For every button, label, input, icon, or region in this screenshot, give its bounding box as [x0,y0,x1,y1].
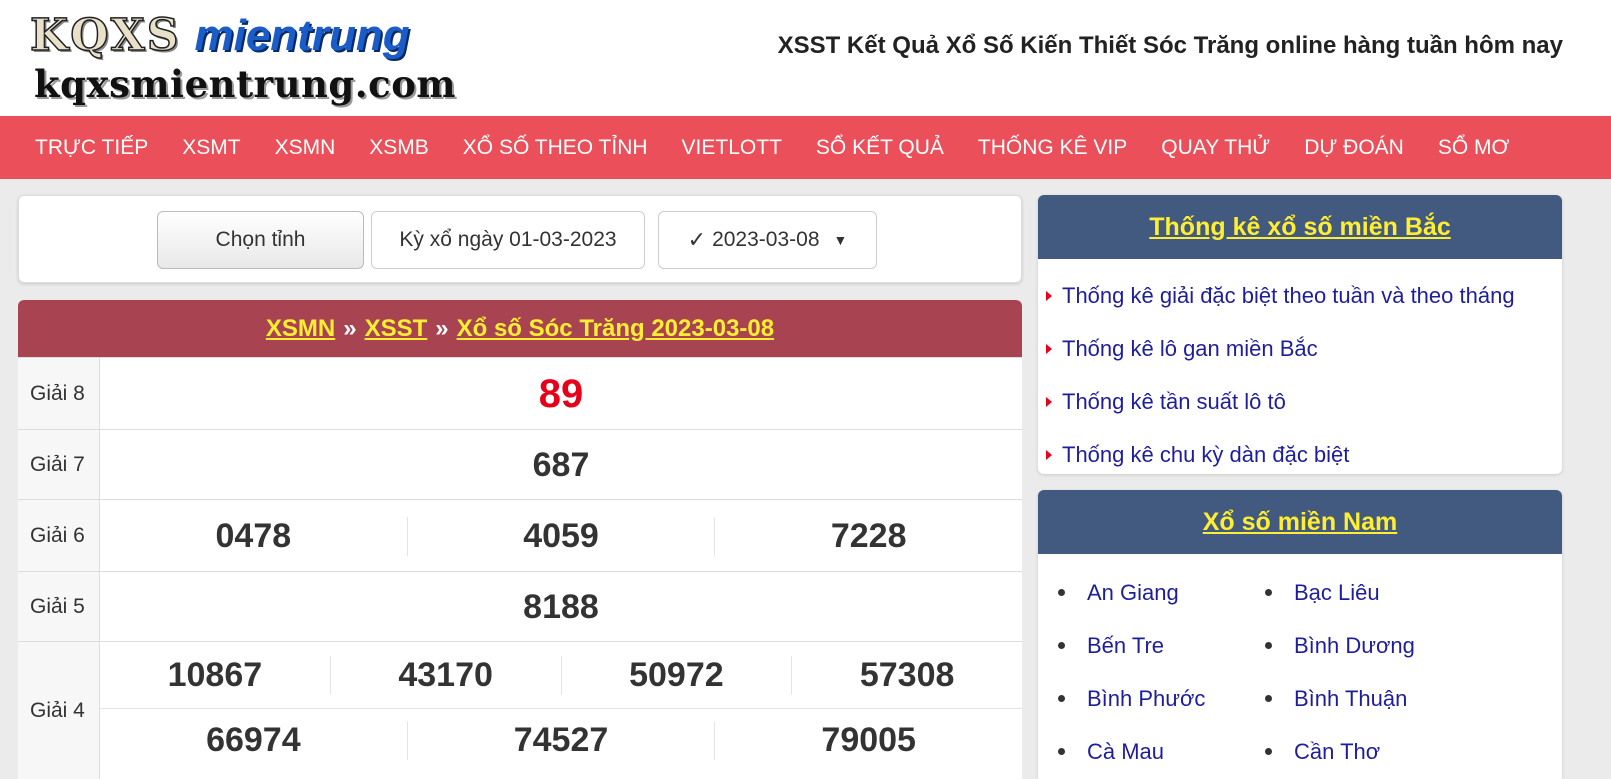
province-label: Cần Thơ [1294,738,1381,764]
nav-item-xsmn[interactable]: XSMN [258,116,353,179]
bullet-icon [1265,642,1272,649]
nav-item-xo-so-theo-tinh[interactable]: XỔ SỐ THEO TỈNH [446,116,665,179]
prize-number: 79005 [714,721,1022,760]
prize-row-giai-8: Giải 8 89 [18,357,1022,429]
province-label: An Giang [1087,579,1179,605]
province-link[interactable]: Bình Thuận [1265,672,1525,725]
page-title: XSST Kết Quả Xổ Số Kiến Thiết Sóc Trăng … [777,32,1563,59]
prize-number: 10867 [167,655,263,694]
nav-item-truc-tiep[interactable]: TRỰC TIẾP [18,116,165,179]
results-table: XSMN » XSST » Xổ số Sóc Trăng 2023-03-08… [18,300,1022,779]
bullet-icon [1265,589,1272,596]
compare-date-select[interactable]: ✓ 2023-03-08 ▼ [658,211,877,269]
prize-number: 50972 [560,655,792,695]
breadcrumb-xsmn-link[interactable]: XSMN [266,315,335,343]
prize-number: 74527 [406,721,715,760]
red-triangle-icon [1046,396,1052,407]
caret-down-icon: ▼ [833,232,848,248]
province-label: Bình Dương [1294,632,1415,658]
logo-domain-text: kqxsmientrung.com [34,62,457,106]
nav-item-xsmt[interactable]: XSMT [165,116,257,179]
prize-number: 4059 [406,516,715,556]
breadcrumb-current-link[interactable]: Xổ số Sóc Trăng 2023-03-08 [457,315,774,343]
north-stats-title-link[interactable]: Thống kê xổ số miền Bắc [1149,213,1450,242]
province-select-button[interactable]: Chọn tỉnh [157,211,364,269]
logo-mientrung-text: mientrung [194,11,410,60]
breadcrumb-separator: » [435,314,449,342]
province-link[interactable]: Bến Tre [1058,619,1265,672]
stat-link-special-weekly[interactable]: Thống kê giải đặc biệt theo tuần và theo… [1038,269,1562,322]
prize-label: Giải 4 [18,642,100,779]
prize-number: 57308 [791,655,1022,695]
bullet-icon [1058,589,1065,596]
prize-number: 0478 [215,516,292,555]
site-header: KQXS mientrung kqxsmientrung.com XSST Kết… [0,0,1611,116]
prize-number: 687 [532,445,590,484]
results-breadcrumb: XSMN » XSST » Xổ số Sóc Trăng 2023-03-08 [18,300,1022,357]
nav-item-so-ket-qua[interactable]: SỔ KẾT QUẢ [799,116,961,179]
prize-number: 66974 [206,721,301,759]
prize-label: Giải 7 [18,430,100,499]
bullet-icon [1058,695,1065,702]
province-link[interactable]: An Giang [1058,566,1265,619]
stat-link-label: Thống kê lô gan miền Bắc [1062,335,1318,361]
province-label: Bình Phước [1087,685,1206,711]
south-lottery-box: Xổ số miền Nam An Giang Bạc Liêu Bến Tre… [1038,490,1562,779]
prize-label: Giải 5 [18,572,100,641]
red-triangle-icon [1046,290,1052,301]
bullet-icon [1058,642,1065,649]
prize-row-giai-5: Giải 5 8188 [18,571,1022,641]
stat-link-chu-ky[interactable]: Thống kê chu kỳ dàn đặc biệt [1038,428,1562,474]
nav-item-quay-thu[interactable]: QUAY THỬ [1144,116,1287,179]
draw-date-select[interactable]: Kỳ xổ ngày 01-03-2023 [371,211,645,269]
south-lottery-header: Xổ số miền Nam [1038,490,1562,554]
province-link[interactable]: Cần Thơ [1265,725,1525,778]
province-link[interactable]: Cà Mau [1058,725,1265,778]
prize-number: 43170 [329,655,561,695]
south-lottery-title-link[interactable]: Xổ số miền Nam [1203,508,1398,537]
breadcrumb-separator: » [343,314,357,342]
logo-kqxs-text: KQXS [29,9,181,62]
nav-item-xsmb[interactable]: XSMB [352,116,446,179]
nav-item-thong-ke-vip[interactable]: THỐNG KÊ VIP [961,116,1144,179]
prize-row-giai-6: Giải 6 0478 4059 7228 [18,499,1022,571]
nav-item-so-mo[interactable]: SỔ MƠ [1421,116,1527,179]
prize-row-giai-4: Giải 4 10867 43170 50972 57308 66974 745… [18,641,1022,779]
province-label: Bến Tre [1087,632,1165,658]
prize-row-giai-7: Giải 7 687 [18,429,1022,499]
north-stats-box: Thống kê xổ số miền Bắc Thống kê giải đặ… [1038,195,1562,474]
bullet-icon [1265,748,1272,755]
nav-item-vietlott[interactable]: VIETLOTT [665,116,799,179]
site-logo[interactable]: KQXS mientrung kqxsmientrung.com [29,9,455,106]
bullet-icon [1058,748,1065,755]
stat-link-label: Thống kê chu kỳ dàn đặc biệt [1062,441,1350,467]
red-triangle-icon [1046,449,1052,460]
stat-link-label: Thống kê giải đặc biệt theo tuần và theo… [1062,282,1515,308]
prize-number: 8188 [523,587,599,626]
province-link[interactable]: Bình Phước [1058,672,1265,725]
stat-link-tan-suat[interactable]: Thống kê tần suất lô tô [1038,375,1562,428]
main-nav: TRỰC TIẾP XSMT XSMN XSMB XỔ SỐ THEO TỈNH… [0,116,1611,179]
north-stats-header: Thống kê xổ số miền Bắc [1038,195,1562,259]
check-icon: ✓ [687,227,707,252]
prize-number: 89 [538,371,584,416]
compare-date-value: 2023-03-08 [712,228,820,251]
prize-number: 7228 [714,516,1022,556]
province-label: Cà Mau [1087,738,1165,764]
prize-label: Giải 6 [18,500,100,571]
province-label: Bạc Liêu [1294,579,1380,605]
bullet-icon [1265,695,1272,702]
draw-selector-panel: Chọn tỉnh Kỳ xổ ngày 01-03-2023 ✓ 2023-0… [18,195,1022,283]
province-label: Bình Thuận [1294,685,1408,711]
stat-link-lo-gan[interactable]: Thống kê lô gan miền Bắc [1038,322,1562,375]
province-link[interactable]: Bình Dương [1265,619,1525,672]
red-triangle-icon [1046,343,1052,354]
nav-item-du-doan[interactable]: DỰ ĐOÁN [1287,116,1421,179]
stat-link-label: Thống kê tần suất lô tô [1062,388,1286,414]
province-link[interactable]: Bạc Liêu [1265,566,1525,619]
breadcrumb-xsst-link[interactable]: XSST [365,315,428,343]
prize-label: Giải 8 [18,358,100,429]
